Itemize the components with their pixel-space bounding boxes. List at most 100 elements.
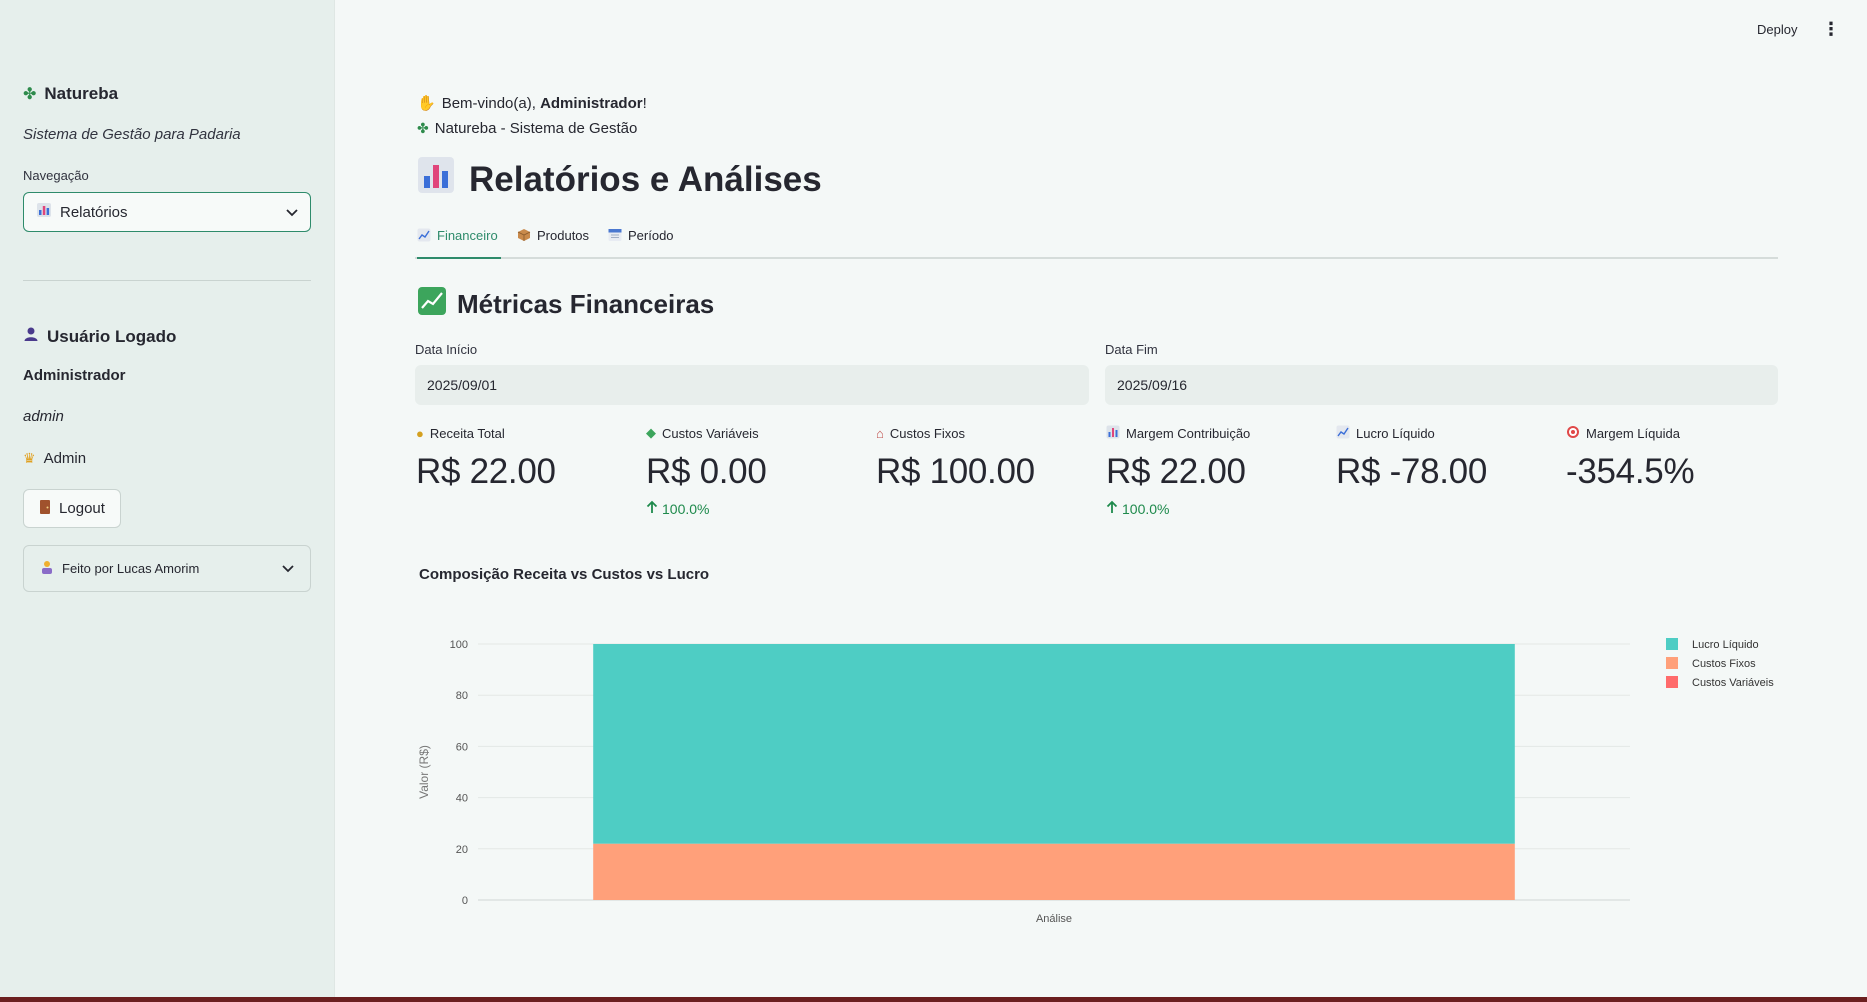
user-role-label: Admin [43, 450, 87, 467]
user-section-label: Usuário Logado [47, 326, 177, 346]
metric-value: R$ 22.00 [1106, 452, 1246, 491]
tab-produtos[interactable]: Produtos [517, 228, 589, 259]
user-login: admin [23, 408, 64, 425]
sidebar-subtitle: Sistema de Gestão para Padaria [23, 126, 241, 143]
target-icon [1566, 425, 1580, 442]
nav-select-value: Relatórios [60, 203, 128, 221]
chart-title: Composição Receita vs Custos vs Lucro [419, 566, 710, 583]
page-title-label: Relatórios e Análises [469, 159, 822, 199]
y-tick-label: 20 [456, 844, 468, 856]
date-end-label: Data Fim [1105, 342, 1158, 357]
money-with-wings-icon: ◆ [646, 425, 656, 440]
legend-label: Custos Variáveis [1692, 677, 1774, 689]
user-name: Administrador [23, 367, 126, 384]
system-name: ✤ Natureba - Sistema de Gestão [417, 120, 637, 137]
person-icon [40, 560, 54, 577]
app-window: ✤ Natureba Sistema de Gestão para Padari… [0, 0, 1867, 997]
page-title: Relatórios e Análises [417, 156, 822, 203]
tab-periodo[interactable]: Período [608, 228, 674, 259]
metric-label: Custos Fixos [889, 425, 965, 441]
sidebar-brand: ✤ Natureba [23, 84, 118, 104]
legend-swatch [1666, 638, 1678, 650]
date-start-input[interactable]: 2025/09/01 [415, 365, 1089, 405]
clover-icon: ✤ [23, 86, 37, 103]
house-icon: ⌂ [876, 425, 884, 441]
system-name-label: Natureba - Sistema de Gestão [434, 120, 638, 137]
door-icon [39, 499, 51, 519]
bar-chart-icon [1106, 425, 1120, 442]
legend-swatch [1666, 676, 1678, 688]
metric-label: Margem Contribuição [1126, 425, 1251, 441]
line-chart-icon [417, 228, 431, 245]
user-icon [23, 326, 39, 347]
sidebar: ✤ Natureba Sistema de Gestão para Padari… [0, 0, 335, 997]
y-tick-label: 60 [456, 741, 468, 753]
metric-value: R$ 0.00 [646, 452, 767, 491]
metric-margem-contribuicao: Margem Contribuição R$ 22.00 100.0% [1106, 424, 1326, 517]
nav-select[interactable]: Relatórios [23, 192, 311, 232]
metric-label: Margem Líquida [1586, 425, 1680, 441]
welcome-suffix: ! [642, 94, 647, 112]
y-tick-label: 80 [456, 690, 468, 702]
welcome-prefix: Bem-vindo(a), [441, 94, 541, 112]
calendar-icon [608, 228, 622, 245]
logout-label: Logout [59, 500, 105, 517]
tab-financeiro[interactable]: Financeiro [417, 228, 501, 259]
legend-label: Lucro Líquido [1692, 639, 1759, 651]
clover-icon: ✤ [417, 120, 429, 136]
chevron-down-icon [282, 561, 294, 576]
metric-delta: 100.0% [646, 500, 866, 517]
metric-label: Lucro Líquido [1356, 425, 1435, 441]
logout-button[interactable]: Logout [23, 489, 121, 528]
credits-label: Feito por Lucas Amorim [62, 561, 200, 576]
metric-custos-fixos: ⌂ Custos Fixos R$ 100.00 [876, 424, 1096, 492]
chevron-down-icon [286, 204, 298, 220]
bar-chart-icon [417, 156, 455, 203]
date-start-value: 2025/09/01 [427, 377, 498, 393]
date-end-value: 2025/09/16 [1117, 377, 1188, 393]
user-role: ♛ Admin [23, 450, 86, 467]
user-section-title: Usuário Logado [23, 326, 176, 347]
nav-label: Navegação [23, 168, 89, 183]
date-end-input[interactable]: 2025/09/16 [1105, 365, 1778, 405]
money-bag-icon: ● [416, 425, 424, 441]
stacked-bar-chart: 0 20 40 60 80 100 Valor (R$) Análise Lucro Líqui… [417, 638, 1774, 925]
vertical-dots-icon[interactable]: ⋮ [1822, 20, 1840, 38]
package-icon [517, 228, 531, 245]
metric-custos-variaveis: ◆ Custos Variáveis R$ 0.00 100.0% [646, 424, 866, 517]
welcome-name: Administrador [540, 94, 643, 112]
tab-label: Período [628, 228, 674, 243]
metric-label: Custos Variáveis [662, 425, 759, 441]
brand-name: Natureba [44, 84, 119, 103]
metric-value: R$ -78.00 [1336, 452, 1488, 491]
y-tick-label: 100 [450, 639, 468, 651]
metric-receita-total: ● Receita Total R$ 22.00 [416, 424, 636, 492]
welcome-message: ✋ Bem-vindo(a), Administrador! [417, 94, 647, 113]
metric-margem-liquida: Margem Líquida -354.5% [1566, 424, 1786, 492]
y-tick-label: 0 [462, 895, 468, 907]
chart-increasing-icon [417, 286, 447, 323]
metric-delta-value: 100.0% [662, 500, 710, 517]
credits-expander[interactable]: Feito por Lucas Amorim [23, 545, 311, 592]
date-start-label: Data Início [415, 342, 478, 357]
tab-label: Produtos [537, 228, 590, 243]
metric-label: Receita Total [429, 425, 505, 441]
line-chart-icon [1336, 425, 1350, 442]
y-tick-label: 40 [456, 793, 468, 805]
y-axis-label: Valor (R$) [417, 745, 431, 799]
crown-icon: ♛ [23, 450, 36, 466]
x-tick-label: Análise [1036, 913, 1072, 925]
legend-label: Custos Fixos [1692, 658, 1756, 670]
metric-lucro-liquido: Lucro Líquido R$ -78.00 [1336, 424, 1556, 492]
deploy-button[interactable]: Deploy [1757, 22, 1797, 37]
tab-label: Financeiro [437, 228, 498, 243]
bar-segment [593, 843, 1515, 900]
metric-value: R$ 22.00 [416, 452, 556, 491]
section-title-label: Métricas Financeiras [457, 289, 715, 319]
arrow-up-icon [1106, 500, 1118, 517]
metric-value: -354.5% [1566, 452, 1695, 491]
metric-value: R$ 100.00 [876, 452, 1035, 491]
metric-delta: 100.0% [1106, 500, 1326, 517]
bar-segment [593, 644, 1515, 844]
bar-chart-icon [36, 202, 52, 222]
